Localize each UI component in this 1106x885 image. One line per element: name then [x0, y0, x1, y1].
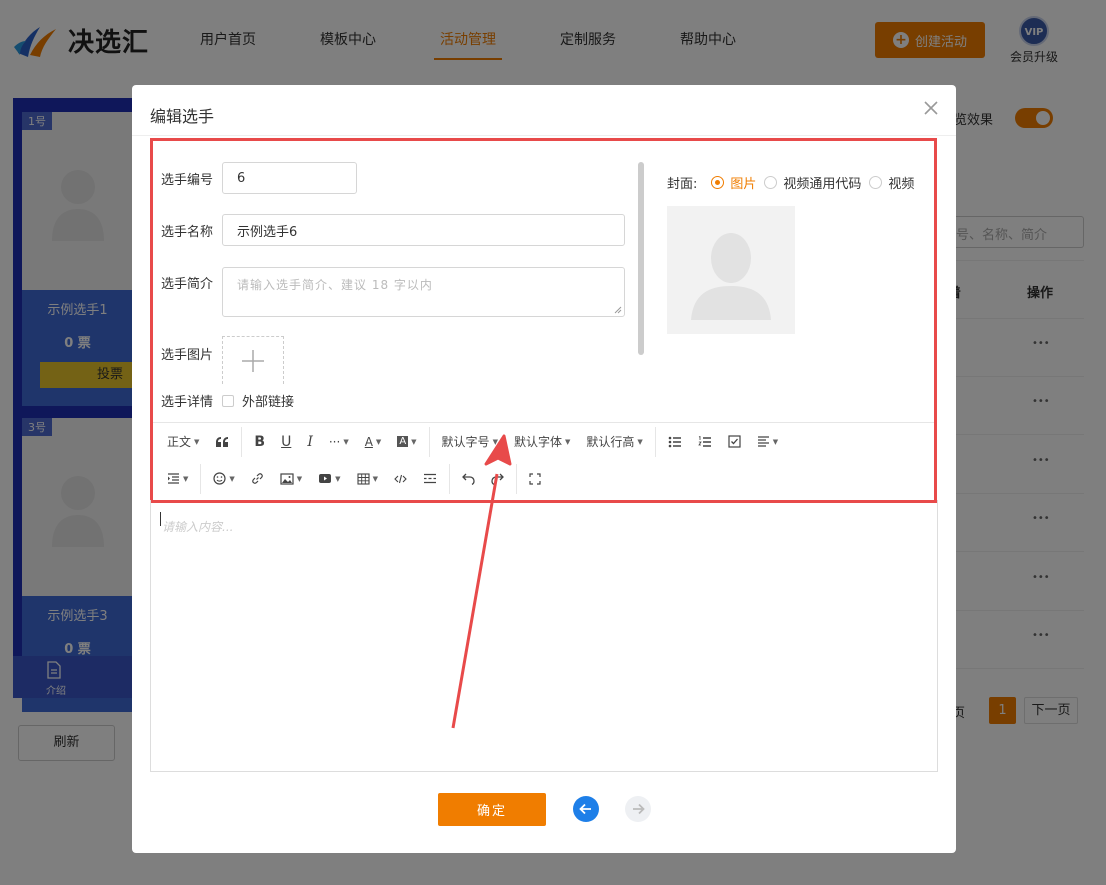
highlight-box — [150, 138, 937, 503]
rich-text-editor[interactable]: 请输入内容... — [150, 500, 938, 772]
next-arrow-icon[interactable] — [625, 796, 651, 822]
modal-title: 编辑选手 — [150, 107, 215, 126]
text-cursor — [160, 512, 161, 526]
modal-divider — [132, 135, 956, 136]
close-icon[interactable] — [922, 99, 940, 117]
editor-placeholder: 请输入内容... — [162, 520, 234, 534]
previous-arrow-icon[interactable] — [573, 796, 599, 822]
confirm-button[interactable]: 确定 — [438, 793, 546, 826]
edit-contestant-modal: 编辑选手 选手编号 6 选手名称 示例选手6 选手简介 请输入选手简介、建议 1… — [132, 85, 956, 853]
